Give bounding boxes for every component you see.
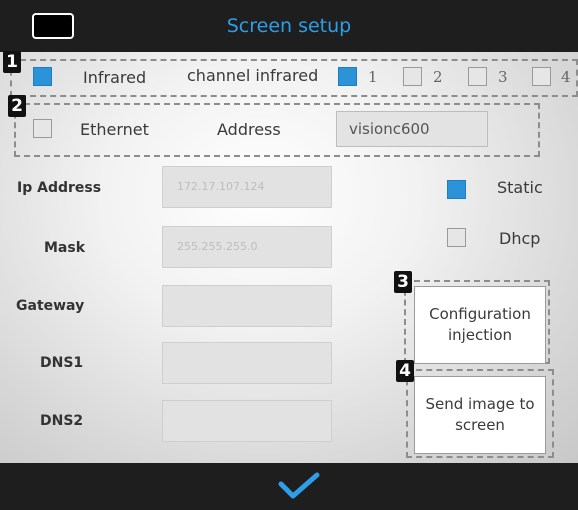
configuration-injection-button[interactable]: Configuration injection [414,286,546,364]
section-marker-4: 4 [396,360,414,382]
gateway-field[interactable] [162,285,332,327]
header-bar: Screen setup [0,0,578,52]
dns1-field[interactable] [162,342,332,384]
checkmark-icon[interactable] [274,471,324,501]
channel-1-checkbox[interactable] [338,67,357,86]
channel-3-label: 3 [498,68,508,86]
screen-setup-window: Screen setup 1 Infrared channel infrared… [0,0,578,510]
ethernet-label: Ethernet [80,120,149,139]
section-marker-1: 1 [3,51,21,73]
channel-3-checkbox[interactable] [468,67,487,86]
ip-address-field[interactable]: 172.17.107.124 [162,166,332,208]
infrared-label: Infrared [83,68,147,87]
mask-label: Mask [44,240,86,256]
channel-infrared-label: channel infrared [187,66,319,85]
dns1-label: DNS1 [40,355,84,371]
infrared-checkbox[interactable] [33,67,52,86]
static-checkbox[interactable] [447,180,466,199]
channel-1-label: 1 [368,68,378,86]
send-image-to-screen-button[interactable]: Send image to screen [414,376,546,454]
section-marker-3: 3 [394,271,412,293]
dns2-field[interactable] [162,400,332,442]
channel-4-checkbox[interactable] [532,67,551,86]
ip-address-label: Ip Address [17,180,102,196]
gateway-label: Gateway [16,298,85,314]
channel-2-checkbox[interactable] [403,67,422,86]
ethernet-checkbox[interactable] [33,119,52,138]
dhcp-checkbox[interactable] [447,228,466,247]
address-label: Address [217,120,281,139]
section-marker-2: 2 [8,95,26,117]
static-label: Static [497,178,543,197]
channel-2-label: 2 [433,68,443,86]
mask-field[interactable]: 255.255.255.0 [162,226,332,268]
address-field[interactable]: visionc600 [336,111,488,147]
dns2-label: DNS2 [40,413,84,429]
channel-4-label: 4 [561,68,571,86]
page-title: Screen setup [226,15,352,37]
dhcp-label: Dhcp [499,229,541,248]
